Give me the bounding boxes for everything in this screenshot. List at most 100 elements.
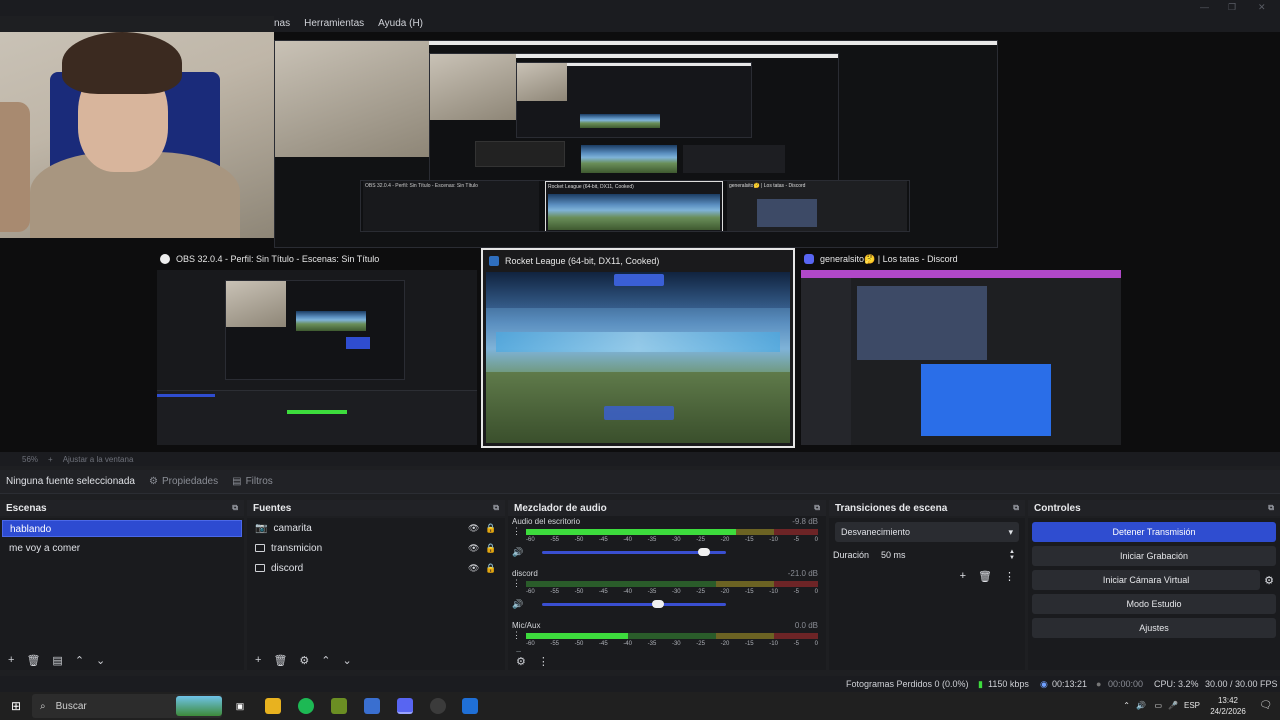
mic-icon[interactable]: 🎤 [1168,701,1178,710]
speaker-icon[interactable]: 🔊 [512,547,523,558]
stream-time: 00:13:21 [1052,679,1088,689]
start-recording-button[interactable]: Iniciar Grabación [1032,546,1276,566]
meter-tick-label: -50 [574,641,584,647]
switcher-rl-window[interactable]: Rocket League (64-bit, DX11, Cooked) [481,248,795,448]
meter-tick-label: -30 [671,589,681,595]
source-item-discord[interactable]: discord 👁 🔒 [247,558,505,578]
channel-menu-icon[interactable]: ⋮ [512,526,521,537]
rocket-league-taskbar-icon[interactable] [462,698,478,714]
lock-icon[interactable]: 🔒 [485,543,496,554]
add-source-icon[interactable]: + [255,654,261,666]
move-up-icon[interactable]: ⌃ [75,654,84,667]
taskbar-search[interactable]: ⌕ Buscar [32,694,222,718]
meter-tick-label: -20 [720,537,730,543]
scene-item-me-voy-a-comer[interactable]: me voy a comer [2,540,242,557]
volume-slider[interactable] [542,548,726,556]
start-virtual-camera-button[interactable]: Iniciar Cámara Virtual [1032,570,1261,590]
volume-icon[interactable]: 🔊 [1136,701,1146,710]
bitrate: 1150 kbps [988,679,1029,689]
remove-transition-icon[interactable]: 🗑 [978,570,992,583]
scene-item-hablando[interactable]: hablando [2,520,242,537]
channel-menu-icon[interactable]: ⋮ [512,630,521,641]
meter-tick-label: -35 [647,641,657,647]
audio-mixer-dock: Mezclador de audio ⧉ Audio del escritorio… [508,500,826,670]
move-down-icon[interactable]: ⌄ [96,654,105,667]
undock-icon[interactable]: ⧉ [814,503,820,513]
windows-start-icon[interactable]: ⊞ [8,698,24,714]
advanced-audio-icon[interactable]: ⚙ [516,655,526,668]
meter-ticks: -60 -55 -50 -45 -40 -35 -30 -25 -20 -15 -10 -5 0 [526,589,818,598]
channel-menu-icon[interactable]: ⋮ [512,578,521,589]
move-up-icon[interactable]: ⌃ [321,654,330,667]
tray-chevron-icon[interactable]: ⌃ [1123,701,1130,710]
language-indicator[interactable]: ESP [1184,701,1200,710]
mixer-channel: discord -21.0 dB ⋮ -60 -55 -50 -45 -40 -35 -30 -25… [508,568,826,620]
minimize-icon[interactable]: — [1200,2,1209,12]
transitions-title: Transiciones de escena [835,502,948,514]
meter-tick-label: -40 [623,537,632,543]
visibility-eye-icon[interactable]: 👁 [468,523,479,534]
menu-item-view[interactable]: nas [274,16,290,32]
visibility-eye-icon[interactable]: 👁 [468,563,479,574]
search-placeholder: Buscar [55,700,87,712]
calendar-app-icon[interactable] [364,698,380,714]
duration-spinbox[interactable]: 50 ms ▲ ▼ [877,546,1019,564]
minecraft-icon[interactable] [331,698,347,714]
zoom-add-icon[interactable]: + [48,455,53,464]
file-explorer-icon[interactable] [265,698,281,714]
meter-tick-label: -15 [744,641,754,647]
switcher-discord-window[interactable]: generalsito🤔 | Los tatas - Discord [798,248,1124,448]
scene-filters-icon[interactable]: ▤ [52,654,62,667]
maximize-icon[interactable]: ❐ [1228,2,1236,13]
add-scene-icon[interactable]: + [8,654,14,666]
undock-icon[interactable]: ⧉ [232,503,238,513]
move-down-icon[interactable]: ⌄ [343,654,352,667]
fit-to-window-button[interactable]: Ajustar a la ventana [63,455,134,464]
undock-icon[interactable]: ⧉ [493,503,499,513]
volume-slider-handle[interactable] [651,600,664,608]
close-icon[interactable]: ✕ [1258,2,1266,13]
discord-taskbar-icon[interactable] [397,698,413,714]
notification-icon[interactable]: 🗨 [1259,700,1272,711]
clock-date[interactable]: 24/2/2026 [1204,707,1252,716]
volume-slider[interactable] [542,600,726,608]
transition-select[interactable]: Desvanecimiento ▾ [835,522,1019,542]
rocket-league-icon [489,256,499,266]
network-icon[interactable]: ▭ [1154,701,1162,710]
source-settings-icon[interactable]: ⚙ [299,654,309,667]
add-transition-icon[interactable]: + [960,570,966,583]
mixer-menu-icon[interactable]: ⋮ [538,655,549,668]
task-view-icon[interactable]: ▣ [232,698,248,714]
meter-tick-label: -50 [574,537,584,543]
clock-time[interactable]: 13:42 [1208,696,1248,705]
remove-scene-icon[interactable]: 🗑 [26,654,40,667]
lock-icon[interactable]: 🔒 [485,563,496,574]
switcher-obs-window[interactable]: OBS 32.0.4 - Perfil: Sin Título - Escena… [154,248,480,448]
preview-canvas[interactable]: OBS 32.0.4 - Perfil: Sin Título - Escena… [0,32,1280,452]
undock-icon[interactable]: ⧉ [1268,503,1274,513]
menu-item-help[interactable]: Ayuda (H) [378,16,423,32]
remove-source-icon[interactable]: 🗑 [273,654,287,667]
meter-tick-label: -60 [526,537,535,543]
transition-menu-icon[interactable]: ⋮ [1004,570,1015,583]
obs-taskbar-icon[interactable] [430,698,446,714]
settings-button[interactable]: Ajustes [1032,618,1276,638]
studio-mode-button[interactable]: Modo Estudio [1032,594,1276,614]
zoom-level[interactable]: 56% [22,455,38,464]
lock-icon[interactable]: 🔒 [485,523,496,534]
source-item-transmicion[interactable]: transmicion 👁 🔒 [247,538,505,558]
source-item-camarita[interactable]: 📷 camarita 👁 🔒 [247,518,505,538]
mixer-channel-db: -9.8 dB [792,517,818,526]
spotify-icon[interactable] [298,698,314,714]
undock-icon[interactable]: ⧉ [1013,503,1019,513]
spin-arrows-icon[interactable]: ▲ ▼ [1009,549,1015,561]
visibility-eye-icon[interactable]: 👁 [468,543,479,554]
virtual-camera-settings-gear-icon[interactable]: ⚙ [1264,574,1274,587]
properties-button[interactable]: ⚙ Propiedades [149,476,218,487]
meter-tick-label: -40 [623,641,632,647]
speaker-icon[interactable]: 🔊 [512,599,523,610]
filters-button[interactable]: ▤ Filtros [232,476,273,487]
menu-item-tools[interactable]: Herramientas [304,16,364,32]
stop-stream-button[interactable]: Detener Transmisión [1032,522,1276,542]
volume-slider-handle[interactable] [697,548,710,556]
